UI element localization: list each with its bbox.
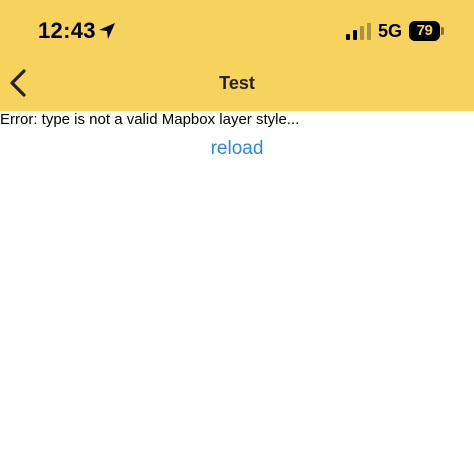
location-arrow-icon xyxy=(99,23,115,39)
battery-icon: 79 xyxy=(409,21,444,41)
app-screen: 12:43 5G 79 Test Error: type is not a va… xyxy=(0,0,474,465)
status-time: 12:43 xyxy=(38,18,96,43)
network-type: 5G xyxy=(378,21,403,41)
page-title: Test xyxy=(219,73,255,93)
header: 12:43 5G 79 Test xyxy=(0,0,474,111)
reload-link[interactable]: reload xyxy=(0,138,474,160)
battery-level: 79 xyxy=(409,21,440,41)
error-message: Error: type is not a valid Mapbox layer … xyxy=(0,111,300,128)
battery-cap xyxy=(441,27,444,35)
cellular-signal-icon xyxy=(346,23,371,40)
